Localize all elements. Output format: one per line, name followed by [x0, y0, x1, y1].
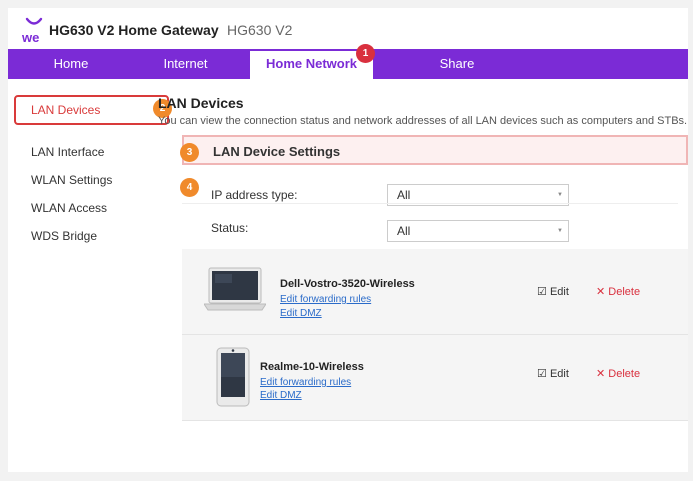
- brand-logo: we: [22, 17, 46, 45]
- edit-icon: ☑: [537, 286, 547, 298]
- sidebar: LAN Devices LAN Interface WLAN Settings …: [8, 79, 182, 472]
- device-card: Dell-Vostro-3520-Wireless Edit forwardin…: [182, 249, 688, 335]
- phone-icon: [216, 347, 250, 407]
- tab-home-network[interactable]: Home Network: [250, 51, 373, 79]
- top-nav: Home Internet Home Network Share: [8, 49, 688, 79]
- header: we HG630 V2 Home Gateway HG630 V2: [8, 8, 688, 49]
- logo-text: we: [22, 30, 40, 45]
- tab-share[interactable]: Share: [388, 49, 526, 79]
- app-title: HG630 V2 Home Gateway: [49, 22, 219, 38]
- sidebar-item-lan-devices[interactable]: LAN Devices: [14, 95, 169, 125]
- delete-icon: ✕: [596, 286, 606, 298]
- laptop-icon: [204, 267, 266, 311]
- model-name: HG630 V2: [227, 22, 293, 38]
- section-header: LAN Device Settings: [182, 135, 688, 165]
- main-content: LAN Devices You can view the connection …: [158, 79, 688, 472]
- edit-button[interactable]: ☑ Edit: [537, 367, 569, 380]
- edit-forwarding-rules-link[interactable]: Edit forwarding rules: [280, 294, 371, 305]
- delete-label: Delete: [608, 286, 641, 298]
- chevron-down-icon: ▼: [557, 192, 563, 198]
- app-frame: we HG630 V2 Home Gateway HG630 V2 Home I…: [8, 8, 688, 472]
- step-badge-3: 3: [180, 143, 199, 162]
- sidebar-item-wlan-access[interactable]: WLAN Access: [31, 201, 107, 215]
- edit-label: Edit: [549, 368, 569, 380]
- sidebar-item-wlan-settings[interactable]: WLAN Settings: [31, 173, 112, 187]
- edit-label: Edit: [549, 286, 569, 298]
- device-name: Dell-Vostro-3520-Wireless: [280, 278, 415, 290]
- sidebar-item-lan-interface[interactable]: LAN Interface: [31, 145, 104, 159]
- page-title: LAN Devices: [158, 95, 244, 111]
- page-description: You can view the connection status and n…: [158, 115, 688, 127]
- edit-forwarding-rules-link[interactable]: Edit forwarding rules: [260, 377, 351, 388]
- device-card: Realme-10-Wireless Edit forwarding rules…: [182, 335, 688, 421]
- tab-internet[interactable]: Internet: [134, 49, 237, 79]
- edit-button[interactable]: ☑ Edit: [537, 285, 569, 298]
- ip-type-label: IP address type:: [211, 188, 298, 202]
- section-title: LAN Device Settings: [213, 144, 341, 159]
- step-badge-1: 1: [356, 44, 375, 63]
- chevron-down-icon: ▼: [557, 228, 563, 234]
- tab-home[interactable]: Home: [8, 49, 134, 79]
- edit-icon: ☑: [537, 368, 547, 380]
- delete-icon: ✕: [596, 368, 606, 380]
- delete-button[interactable]: ✕ Delete: [596, 367, 640, 380]
- sidebar-item-wds-bridge[interactable]: WDS Bridge: [31, 229, 97, 243]
- logo-arc-icon: [25, 17, 43, 25]
- ip-type-value: All: [397, 188, 411, 202]
- delete-label: Delete: [608, 368, 641, 380]
- edit-dmz-link[interactable]: Edit DMZ: [280, 308, 322, 319]
- divider: [182, 203, 678, 204]
- status-label: Status:: [211, 221, 249, 235]
- step-badge-4: 4: [180, 178, 199, 197]
- status-select[interactable]: All ▼: [387, 220, 569, 242]
- status-value: All: [397, 224, 411, 238]
- device-name: Realme-10-Wireless: [260, 361, 364, 373]
- edit-dmz-link[interactable]: Edit DMZ: [260, 390, 302, 401]
- delete-button[interactable]: ✕ Delete: [596, 285, 640, 298]
